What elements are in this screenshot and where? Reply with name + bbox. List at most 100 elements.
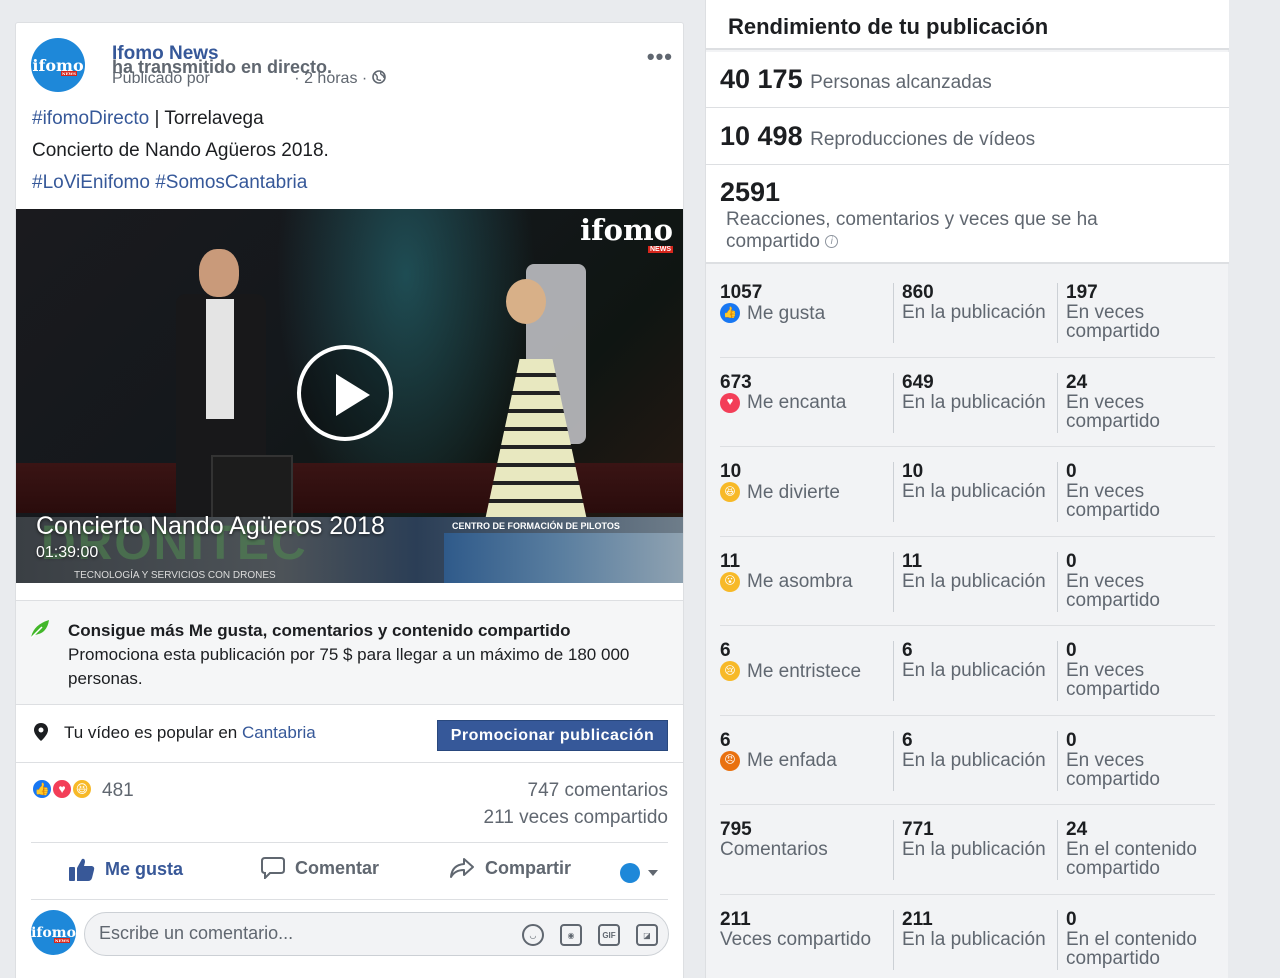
dancer-figure <box>471 279 601 539</box>
promo-title: Consigue más Me gusta, comentarios y con… <box>68 621 571 640</box>
play-button[interactable] <box>297 345 393 441</box>
breakdown-on-shares: 24 En veces compartido <box>1057 371 1217 433</box>
promote-post-button[interactable]: Promocionar publicación <box>437 720 668 751</box>
reaction-icons[interactable]: 👍 ♥ 😆 <box>31 778 93 800</box>
breakdown-on-post: 10 En la publicación <box>893 462 1053 522</box>
comments-count[interactable]: 747 comentarios <box>528 780 668 802</box>
comment-input-wrapper: ◡ ◉ GIF ◪ <box>84 912 669 956</box>
on-post-label: En la publicación <box>902 660 1046 681</box>
comment-button[interactable]: Comentar <box>261 857 379 879</box>
page-avatar[interactable]: ifomo NEWS <box>31 38 85 92</box>
on-post-count: 11 <box>902 550 923 572</box>
breakdown-on-post: 6 En la publicación <box>893 641 1053 701</box>
on-post-label: En la publicación <box>902 839 1046 860</box>
shares-count[interactable]: 211 veces compartido <box>484 807 668 829</box>
breakdown-on-shares: 0 En veces compartido <box>1057 641 1217 701</box>
globe-icon <box>371 70 386 84</box>
breakdown-total: 795 Comentarios <box>720 820 880 859</box>
ad-drone-panel <box>444 533 683 583</box>
breakdown-row: 6 😢 Me entristece 6 En la publicación 0 E… <box>720 626 1215 716</box>
total-count: 6 <box>720 640 731 661</box>
post-meta: Publicado por · 2 horas · <box>112 70 386 88</box>
popular-text: Tu vídeo es popular en Cantabria <box>64 723 316 742</box>
gif-icon[interactable]: GIF <box>598 924 620 946</box>
breakdown-row: 673 ♥ Me encanta 649 En la publicación 24… <box>720 358 1217 447</box>
leaf-icon <box>30 620 49 639</box>
breakdown-on-shares: 0 En veces compartido <box>1057 729 1217 791</box>
total-count: 795 <box>720 819 752 840</box>
more-options-button[interactable]: ••• <box>647 44 673 70</box>
on-post-label: En la publicación <box>902 302 1046 323</box>
total-count: 10 <box>720 461 742 482</box>
location-link[interactable]: Cantabria <box>242 723 316 742</box>
sticker-icon[interactable]: ◪ <box>636 924 658 946</box>
popular-location-row: Tu vídeo es popular en Cantabria Promoci… <box>16 704 683 763</box>
haha-reaction-icon: 😆 <box>71 778 93 800</box>
views-stat: 10 498 Reproducciones de vídeos <box>706 108 1229 165</box>
total-label: Me entristece <box>747 660 862 682</box>
breakdown-row: 10 😆 Me divierte 10 En la publicación 0 E… <box>720 447 1215 537</box>
wow-reaction-icon: 😮 <box>720 571 740 592</box>
on-shares-count: 0 <box>1066 550 1077 572</box>
promo-description: Promociona esta publicación por 75 $ par… <box>68 645 630 688</box>
breakdown-on-shares: 24 En el contenido compartido <box>1057 820 1217 880</box>
comment-bubble-icon <box>261 857 285 879</box>
post-card: ifomo NEWS Ifomo News ha transmitido en … <box>15 22 684 978</box>
on-post-label: En la publicación <box>902 391 1046 413</box>
post-description: Concierto de Nando Agüeros 2018. <box>32 140 329 161</box>
video-duration: 01:39:00 <box>36 544 99 561</box>
chevron-down-icon <box>648 870 658 876</box>
ad-subtitle: TECNOLOGÍA Y SERVICIOS CON DRONES <box>74 570 276 581</box>
on-shares-count: 197 <box>1066 282 1098 303</box>
breakdown-total: 11 😮 Me asombra <box>720 552 880 592</box>
breakdown-row: 1057 👍 Me gusta 860 En la publicación 197… <box>720 268 1215 358</box>
total-label: Me encanta <box>747 392 847 413</box>
on-shares-label: En veces compartido <box>1066 570 1160 611</box>
comment-input[interactable] <box>99 923 499 944</box>
post-action-bar: Me gusta Comentar Compartir <box>31 842 668 900</box>
post-as-selector[interactable] <box>620 863 658 883</box>
like-reaction-icon: 👍 <box>31 778 53 800</box>
camera-icon[interactable]: ◉ <box>560 924 582 946</box>
reaction-count[interactable]: 481 <box>102 780 134 802</box>
on-post-label: En la publicación <box>902 749 1046 771</box>
page-mini-avatar <box>620 863 640 883</box>
on-post-count: 6 <box>902 729 913 751</box>
total-label: Me enfada <box>747 750 837 771</box>
total-label: Comentarios <box>720 839 828 860</box>
breakdown-on-post: 771 En la publicación <box>893 820 1053 880</box>
hashtag-ifomodirecto[interactable]: #ifomoDirecto <box>32 108 149 129</box>
on-shares-count: 24 <box>1066 819 1088 840</box>
engagement-stat: 2591 Reacciones, comentarios y veces que… <box>706 165 1229 264</box>
avatar-badge: NEWS <box>60 71 77 76</box>
reach-number: 40 175 Personas alcanzadas <box>720 64 992 94</box>
boost-promo-box: Consigue más Me gusta, comentarios y con… <box>16 600 683 704</box>
post-hashtags[interactable]: #LoViEnifomo #SomosCantabria <box>32 167 329 199</box>
thumbs-up-icon <box>69 858 95 881</box>
share-button[interactable]: Compartir <box>449 857 571 879</box>
like-button[interactable]: Me gusta <box>69 857 183 881</box>
breakdown-row: 211 Veces compartido 211 En la publicaci… <box>720 895 1215 978</box>
on-post-count: 211 <box>902 908 933 930</box>
sad-reaction-icon: 😢 <box>720 661 740 681</box>
post-time[interactable]: · 2 horas · <box>294 70 367 87</box>
ad-title: CENTRO DE FORMACIÓN DE PILOTOS <box>452 521 620 531</box>
love-reaction-icon: ♥ <box>720 392 740 413</box>
breakdown-total: 1057 👍 Me gusta <box>720 283 880 323</box>
on-shares-count: 0 <box>1066 640 1077 661</box>
on-shares-count: 0 <box>1066 729 1077 751</box>
info-icon[interactable]: i <box>825 235 839 248</box>
breakdown-on-post: 649 En la publicación <box>893 371 1053 433</box>
emoji-icon[interactable]: ◡ <box>522 924 544 946</box>
video-player[interactable]: ifomo NEWS DRONITEC TECNOLOGÍA Y SERVICIO… <box>16 209 683 583</box>
on-shares-count: 24 <box>1066 371 1088 393</box>
share-arrow-icon <box>450 858 474 878</box>
on-shares-label: En veces compartido <box>1066 749 1160 790</box>
on-post-count: 649 <box>902 371 934 393</box>
on-post-label: En la publicación <box>902 928 1046 950</box>
engagement-breakdown: 1057 👍 Me gusta 860 En la publicación 197… <box>720 268 1215 978</box>
breakdown-total: 10 😆 Me divierte <box>720 462 880 502</box>
breakdown-total: 6 😢 Me entristece <box>720 641 880 681</box>
breakdown-total: 673 ♥ Me encanta <box>720 373 880 413</box>
on-shares-count: 0 <box>1066 908 1077 930</box>
